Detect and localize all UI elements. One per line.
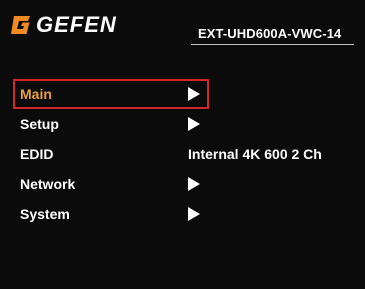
menu-item-edid[interactable]: EDID Internal 4K 600 2 Ch bbox=[0, 139, 365, 169]
brand-name: GEFEN bbox=[36, 12, 117, 37]
menu-item-label: Setup bbox=[20, 116, 59, 132]
model-number: EXT-UHD600A-VWC-14 bbox=[198, 26, 342, 41]
osd-screen: GEFEN EXT-UHD600A-VWC-14 Main Setup EDID… bbox=[0, 0, 365, 289]
right-triangle-icon bbox=[188, 207, 200, 221]
menu-item-label: Network bbox=[20, 176, 76, 192]
edid-value: Internal 4K 600 2 Ch bbox=[188, 146, 322, 162]
menu-item-network[interactable]: Network bbox=[0, 169, 365, 199]
right-triangle-icon bbox=[188, 177, 200, 191]
right-triangle-icon bbox=[188, 117, 200, 131]
menu-item-label: Main bbox=[20, 86, 52, 102]
gefen-logo: GEFEN bbox=[10, 14, 117, 36]
right-triangle-icon bbox=[188, 87, 200, 101]
menu-item-label: EDID bbox=[20, 146, 54, 162]
menu-item-system[interactable]: System bbox=[0, 199, 365, 229]
menu-item-label: System bbox=[20, 206, 70, 222]
header: GEFEN EXT-UHD600A-VWC-14 bbox=[0, 0, 365, 58]
header-divider bbox=[191, 44, 354, 45]
menu-item-main[interactable]: Main bbox=[0, 79, 365, 109]
menu-item-setup[interactable]: Setup bbox=[0, 109, 365, 139]
gefen-logo-icon bbox=[11, 16, 30, 34]
